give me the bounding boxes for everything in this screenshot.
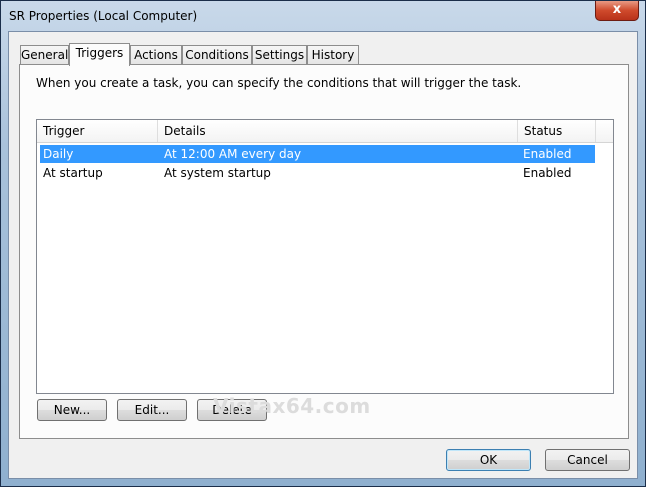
new-trigger-button[interactable]: New... bbox=[37, 399, 107, 421]
properties-window: SR Properties (Local Computer) x General… bbox=[0, 0, 646, 487]
row-details: At system startup bbox=[164, 166, 271, 180]
tab-actions[interactable]: Actions bbox=[130, 45, 182, 65]
triggers-description: When you create a task, you can specify … bbox=[36, 76, 522, 90]
list-header: Trigger Details Status bbox=[37, 120, 613, 143]
close-icon: x bbox=[612, 2, 622, 17]
triggers-tab-panel: When you create a task, you can specify … bbox=[19, 64, 629, 439]
column-header-trigger[interactable]: Trigger bbox=[37, 120, 158, 142]
title-bar[interactable]: SR Properties (Local Computer) x bbox=[1, 1, 645, 31]
tab-history[interactable]: History bbox=[307, 45, 359, 65]
table-row[interactable]: Daily At 12:00 AM every day Enabled bbox=[40, 145, 595, 163]
table-row[interactable]: At startup At system startup Enabled bbox=[40, 164, 595, 182]
tab-settings[interactable]: Settings bbox=[252, 45, 307, 65]
row-status: Enabled bbox=[523, 166, 572, 180]
triggers-list[interactable]: Trigger Details Status Daily At 12:00 AM… bbox=[36, 119, 614, 394]
row-trigger: Daily bbox=[43, 147, 74, 161]
edit-trigger-button[interactable]: Edit... bbox=[117, 399, 187, 421]
row-status: Enabled bbox=[523, 147, 572, 161]
column-header-status[interactable]: Status bbox=[518, 120, 596, 142]
ok-button[interactable]: OK bbox=[446, 449, 531, 471]
window-title: SR Properties (Local Computer) bbox=[9, 9, 198, 23]
column-header-details[interactable]: Details bbox=[158, 120, 518, 142]
row-details: At 12:00 AM every day bbox=[164, 147, 302, 161]
tab-conditions[interactable]: Conditions bbox=[182, 45, 252, 65]
tab-general[interactable]: General bbox=[20, 45, 69, 65]
tab-triggers[interactable]: Triggers bbox=[69, 43, 130, 66]
cancel-button[interactable]: Cancel bbox=[545, 449, 630, 471]
row-trigger: At startup bbox=[43, 166, 103, 180]
watermark: Vistax64.com bbox=[213, 394, 371, 418]
close-button[interactable]: x bbox=[595, 1, 639, 21]
